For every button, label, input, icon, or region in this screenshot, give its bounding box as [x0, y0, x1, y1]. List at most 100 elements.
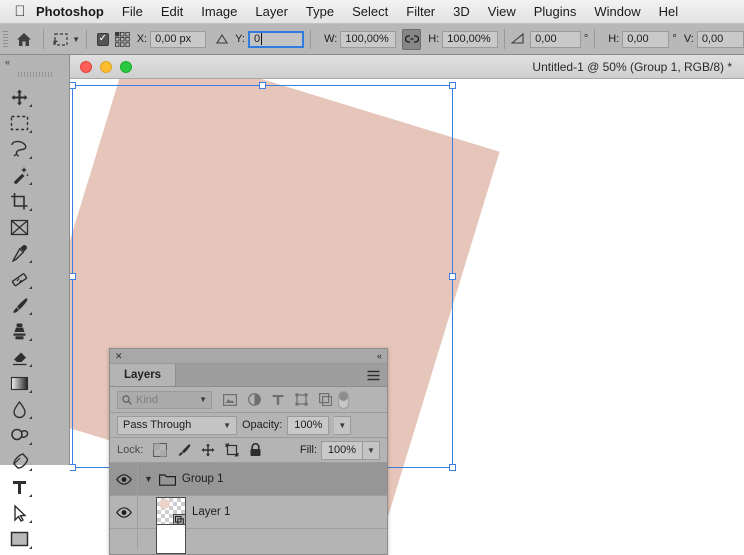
options-bar: ▼ ✓ X: 0,00 px Y: 0 W: 100,00% H: 100,00… [0, 24, 744, 55]
menu-item-file[interactable]: File [113, 0, 152, 24]
home-icon[interactable] [11, 32, 38, 47]
options-bar-grip[interactable] [0, 24, 11, 55]
menu-item-photoshop[interactable]: Photoshop [30, 0, 113, 24]
minimize-window-button[interactable] [100, 60, 112, 73]
menu-item-edit[interactable]: Edit [152, 0, 192, 24]
brush-icon[interactable] [3, 292, 35, 318]
lock-transparent-pixels-icon[interactable] [153, 443, 168, 457]
path-arrow-icon[interactable] [3, 500, 35, 526]
close-panel-icon[interactable]: ✕ [115, 351, 123, 361]
lasso-icon[interactable] [3, 136, 35, 162]
gradient-icon[interactable] [3, 370, 35, 396]
lock-position-icon[interactable] [201, 443, 215, 457]
menu-item-view[interactable]: View [479, 0, 525, 24]
reference-point-grid[interactable] [114, 31, 130, 48]
crop-icon[interactable] [3, 188, 35, 214]
panel-menu-icon[interactable] [367, 364, 380, 387]
fill-stepper[interactable]: ▼ [363, 440, 380, 460]
menu-item-filter[interactable]: Filter [397, 0, 444, 24]
close-window-button[interactable] [80, 60, 92, 73]
fill-input[interactable]: 100% [321, 440, 363, 460]
table-row[interactable]: ▼ Group 1 [110, 463, 387, 496]
x-input[interactable]: 0,00 px [150, 30, 207, 48]
skew-h-input[interactable]: 0,00 [622, 30, 670, 48]
menu-item-type[interactable]: Type [297, 0, 343, 24]
opacity-stepper[interactable]: ▼ [334, 415, 352, 435]
transform-handle-bottom-right[interactable] [449, 464, 456, 471]
filter-type-layers-icon[interactable] [272, 394, 284, 406]
lock-artboard-nesting-icon[interactable] [225, 443, 240, 457]
filter-adjustment-layers-icon[interactable] [248, 393, 261, 406]
menu-item-image[interactable]: Image [192, 0, 246, 24]
type-t-icon[interactable] [3, 474, 35, 500]
frame-icon[interactable] [3, 214, 35, 240]
skew-v-input[interactable]: 0,00 [696, 30, 744, 48]
lock-image-pixels-icon[interactable] [177, 443, 191, 457]
layer-row-body[interactable] [138, 524, 387, 554]
layer-thumbnail[interactable] [156, 524, 186, 554]
magic-wand-icon[interactable] [3, 162, 35, 188]
clone-stamp-icon[interactable] [3, 318, 35, 344]
layers-panel-titlebar[interactable]: ✕ « [110, 349, 387, 364]
filter-kind-select[interactable]: Kind ▼ [117, 390, 212, 409]
pen-icon[interactable] [3, 448, 35, 474]
tools-grid [0, 80, 69, 555]
menu-item-window[interactable]: Window [585, 0, 649, 24]
move-tool-options-icon[interactable]: ▼ [50, 31, 80, 48]
y-label: Y: [235, 33, 245, 45]
blend-mode-value: Pass Through [123, 419, 192, 431]
eyedropper-icon[interactable] [3, 240, 35, 266]
eraser-icon[interactable] [3, 344, 35, 370]
y-input[interactable]: 0 [247, 30, 305, 48]
menu-item-3d[interactable]: 3D [444, 0, 479, 24]
layer-name: Group 1 [181, 473, 224, 485]
table-row[interactable] [110, 524, 387, 554]
height-input[interactable]: 100,00% [442, 30, 499, 48]
tab-layers[interactable]: Layers [110, 364, 177, 386]
move-tool[interactable] [3, 84, 35, 110]
layer-visibility-toggle[interactable] [110, 463, 138, 495]
rectangle-icon[interactable] [3, 526, 35, 552]
opacity-input[interactable]: 100% [287, 415, 330, 435]
transform-handle-top-right[interactable] [449, 82, 456, 89]
blur-drop-icon[interactable] [3, 396, 35, 422]
filter-shape-layers-icon[interactable] [295, 393, 308, 406]
lock-row: Lock: Fill: 100% ▼ [110, 438, 387, 463]
chevron-down-icon[interactable]: ▼ [72, 35, 80, 44]
chevron-down-icon[interactable]: ▼ [199, 395, 207, 404]
layer-row-body[interactable]: Layer 1 [138, 497, 387, 527]
marquee-icon[interactable] [3, 110, 35, 136]
transform-handle-bottom-left[interactable] [70, 464, 76, 471]
skew-v-label: V: [683, 33, 694, 45]
layer-thumbnail[interactable] [156, 497, 186, 527]
menu-item-layer[interactable]: Layer [246, 0, 297, 24]
healing-brush-icon[interactable] [3, 266, 35, 292]
filter-smart-object-layers-icon[interactable] [319, 393, 332, 406]
layer-visibility-toggle[interactable] [110, 529, 138, 549]
link-icon[interactable] [402, 28, 422, 50]
collapse-panel-icon[interactable]: « [377, 351, 382, 361]
layer-visibility-toggle[interactable] [110, 496, 138, 528]
filter-enable-toggle[interactable] [338, 390, 349, 409]
folder-icon [158, 473, 176, 486]
chevron-down-icon[interactable]: ▼ [223, 421, 231, 430]
width-input[interactable]: 100,00% [340, 30, 397, 48]
auto-select-checkbox[interactable]: ✓ [96, 32, 109, 46]
document-title-bar[interactable]: Untitled-1 @ 50% (Group 1, RGB/8) * [70, 55, 744, 79]
lock-all-icon[interactable] [249, 443, 262, 457]
group-row-body[interactable]: ▼ Group 1 [138, 473, 387, 486]
opacity-label: Opacity: [242, 419, 283, 431]
apple-logo-icon[interactable]:  [10, 4, 30, 19]
angle-input[interactable]: 0,00 [530, 30, 581, 48]
menu-item-select[interactable]: Select [343, 0, 397, 24]
chevron-down-icon[interactable]: ▼ [144, 474, 153, 484]
filter-pixel-layers-icon[interactable] [223, 393, 237, 406]
collapse-left-icon[interactable]: « [0, 55, 69, 68]
dodge-icon[interactable] [3, 422, 35, 448]
blend-mode-select[interactable]: Pass Through ▼ [117, 415, 237, 435]
maximize-window-button[interactable] [120, 60, 132, 73]
menu-item-help[interactable]: Hel [650, 0, 688, 24]
menu-item-plugins[interactable]: Plugins [525, 0, 586, 24]
transform-handle-top-left[interactable] [70, 82, 76, 89]
tools-panel-grip[interactable] [0, 68, 69, 80]
